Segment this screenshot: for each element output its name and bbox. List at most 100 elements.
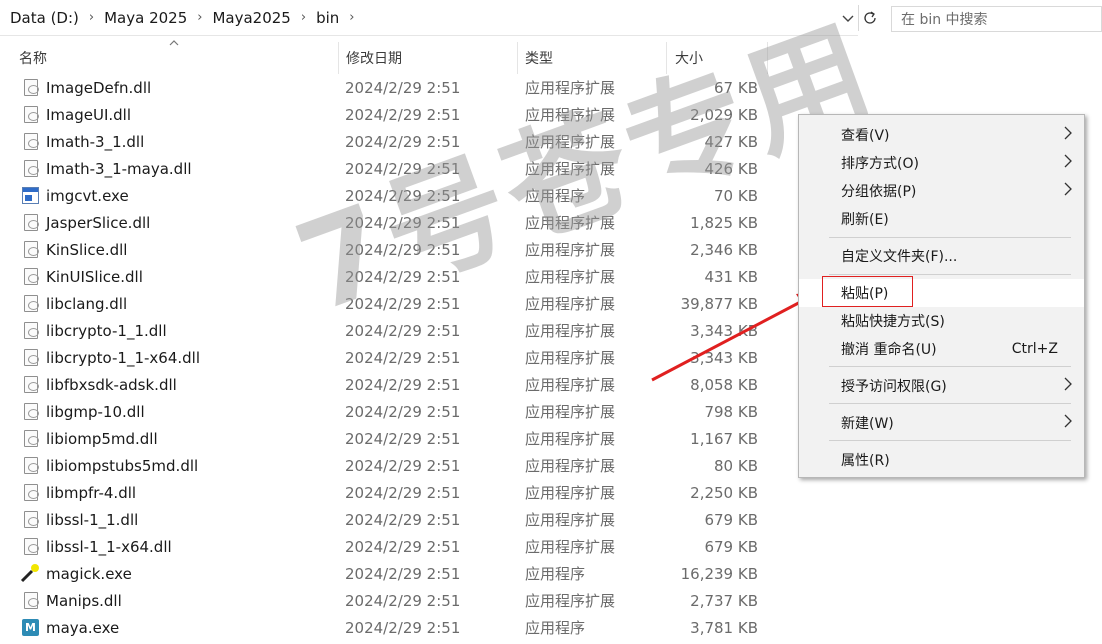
file-name: libcrypto-1_1.dll [46, 321, 167, 340]
file-row[interactable]: Manips.dll 2024/2/29 2:51 应用程序扩展 2,737 KB [0, 587, 770, 614]
crumb-bin[interactable]: bin [314, 9, 341, 27]
menu-item-label: 分组依据(P) [841, 184, 917, 200]
menu-item-label: 刷新(E) [841, 212, 889, 228]
file-row[interactable]: libfbxsdk-adsk.dll 2024/2/29 2:51 应用程序扩展 8,… [0, 371, 770, 398]
file-row[interactable]: libssl-1_1.dll 2024/2/29 2:51 应用程序扩展 679 KB [0, 506, 770, 533]
column-divider[interactable] [517, 42, 518, 74]
file-row[interactable]: libmpfr-4.dll 2024/2/29 2:51 应用程序扩展 2,250 K… [0, 479, 770, 506]
file-row[interactable]: ImageUI.dll 2024/2/29 2:51 应用程序扩展 2,029 KB [0, 101, 770, 128]
column-header-name[interactable]: 名称 [19, 42, 47, 74]
column-divider[interactable] [767, 42, 768, 74]
menu-item[interactable]: 分组依据(P) [799, 177, 1084, 205]
dll-file-icon [24, 403, 39, 420]
file-date: 2024/2/29 2:51 [345, 159, 461, 178]
menu-item-label: 属性(R) [841, 453, 890, 469]
dll-file-icon [24, 484, 39, 501]
file-row[interactable]: ImageDefn.dll 2024/2/29 2:51 应用程序扩展 67 KB [0, 74, 770, 101]
menu-item[interactable]: 自定义文件夹(F)... [799, 242, 1084, 270]
crumb-maya2025[interactable]: Maya2025 [210, 9, 292, 27]
file-row[interactable]: libssl-1_1-x64.dll 2024/2/29 2:51 应用程序扩展 67… [0, 533, 770, 560]
menu-item[interactable]: 粘贴快捷方式(S) [799, 307, 1084, 335]
file-date: 2024/2/29 2:51 [345, 456, 461, 475]
file-size: 426 KB [704, 159, 758, 178]
file-type: 应用程序扩展 [525, 79, 616, 97]
file-size: 1,167 KB [690, 429, 758, 448]
menu-item[interactable]: 授予访问权限(G) [799, 372, 1084, 400]
address-bar[interactable]: Data (D:) › Maya 2025 › Maya2025 › bin › [0, 0, 858, 36]
menu-item-shortcut: Ctrl+Z [1011, 341, 1058, 357]
chevron-down-icon[interactable] [838, 9, 858, 29]
menu-item[interactable]: 刷新(E) [799, 205, 1084, 233]
breadcrumb-chevron-icon[interactable]: › [81, 10, 102, 25]
file-row[interactable]: JasperSlice.dll 2024/2/29 2:51 应用程序扩展 1,825… [0, 209, 770, 236]
file-row[interactable]: Imath-3_1-maya.dll 2024/2/29 2:51 应用程序扩展 42… [0, 155, 770, 182]
file-size: 70 KB [714, 186, 758, 205]
file-row[interactable]: magick.exe 2024/2/29 2:51 应用程序 16,239 KB [0, 560, 770, 587]
file-size: 679 KB [704, 537, 758, 556]
crumb-drive[interactable]: Data (D:) [8, 9, 81, 27]
column-header-size[interactable]: 大小 [675, 42, 703, 74]
file-name: KinSlice.dll [46, 240, 128, 259]
file-date: 2024/2/29 2:51 [345, 105, 461, 124]
file-date: 2024/2/29 2:51 [345, 429, 461, 448]
menu-separator [829, 237, 1071, 238]
menu-item-label: 自定义文件夹(F)... [841, 249, 958, 265]
dll-file-icon [24, 322, 39, 339]
file-date: 2024/2/29 2:51 [345, 564, 461, 583]
file-date: 2024/2/29 2:51 [345, 618, 461, 637]
breadcrumb-chevron-icon[interactable]: › [189, 10, 210, 25]
breadcrumb: Data (D:) › Maya 2025 › Maya2025 › bin › [0, 0, 362, 35]
file-row[interactable]: Mmaya.exe 2024/2/29 2:51 应用程序 3,781 KB [0, 614, 770, 641]
dll-file-icon [24, 538, 39, 555]
file-type: 应用程序扩展 [525, 160, 616, 178]
dll-file-icon [24, 457, 39, 474]
file-row[interactable]: libcrypto-1_1.dll 2024/2/29 2:51 应用程序扩展 3,3… [0, 317, 770, 344]
search-input[interactable]: 在 bin 中搜索 [891, 6, 1102, 32]
column-header-type[interactable]: 类型 [525, 42, 553, 74]
file-row[interactable]: KinUISlice.dll 2024/2/29 2:51 应用程序扩展 431 KB [0, 263, 770, 290]
file-name: libssl-1_1.dll [46, 510, 139, 529]
file-row[interactable]: libgmp-10.dll 2024/2/29 2:51 应用程序扩展 798 KB [0, 398, 770, 425]
file-size: 2,737 KB [690, 591, 758, 610]
crumb-maya-2025[interactable]: Maya 2025 [102, 9, 189, 27]
breadcrumb-chevron-icon[interactable]: › [341, 10, 362, 25]
column-header-date[interactable]: 修改日期 [346, 42, 402, 74]
file-row[interactable]: Imath-3_1.dll 2024/2/29 2:51 应用程序扩展 427 KB [0, 128, 770, 155]
file-type: 应用程序扩展 [525, 322, 616, 340]
file-name: libclang.dll [46, 294, 128, 313]
file-row[interactable]: libiompstubs5md.dll 2024/2/29 2:51 应用程序扩展 8… [0, 452, 770, 479]
file-name: KinUISlice.dll [46, 267, 143, 286]
menu-item[interactable]: 新建(W) [799, 409, 1084, 437]
file-size: 2,346 KB [690, 240, 758, 259]
chevron-right-icon [1064, 126, 1072, 144]
file-date: 2024/2/29 2:51 [345, 294, 461, 313]
file-size: 2,250 KB [690, 483, 758, 502]
file-row[interactable]: imgcvt.exe 2024/2/29 2:51 应用程序 70 KB [0, 182, 770, 209]
menu-item-label: 粘贴快捷方式(S) [841, 314, 945, 330]
file-name: libfbxsdk-adsk.dll [46, 375, 177, 394]
column-divider[interactable] [666, 42, 667, 74]
dll-file-icon [24, 268, 39, 285]
file-name: JasperSlice.dll [46, 213, 151, 232]
menu-item[interactable]: 查看(V) [799, 121, 1084, 149]
file-date: 2024/2/29 2:51 [345, 267, 461, 286]
menu-item[interactable]: 排序方式(O) [799, 149, 1084, 177]
sort-up-icon [169, 38, 179, 49]
column-divider[interactable] [338, 42, 339, 74]
breadcrumb-chevron-icon[interactable]: › [293, 10, 314, 25]
file-row[interactable]: libcrypto-1_1-x64.dll 2024/2/29 2:51 应用程序扩… [0, 344, 770, 371]
file-name: magick.exe [46, 564, 132, 583]
file-row[interactable]: KinSlice.dll 2024/2/29 2:51 应用程序扩展 2,346 KB [0, 236, 770, 263]
file-name: maya.exe [46, 618, 120, 637]
file-name: imgcvt.exe [46, 186, 129, 205]
file-size: 67 KB [714, 78, 758, 97]
refresh-icon[interactable] [858, 5, 880, 31]
file-size: 3,781 KB [690, 618, 758, 637]
menu-item[interactable]: 撤消 重命名(U) Ctrl+Z [799, 335, 1084, 363]
menu-item[interactable]: 属性(R) [799, 446, 1084, 474]
file-date: 2024/2/29 2:51 [345, 240, 461, 259]
file-row[interactable]: libclang.dll 2024/2/29 2:51 应用程序扩展 39,877 K… [0, 290, 770, 317]
file-row[interactable]: libiomp5md.dll 2024/2/29 2:51 应用程序扩展 1,167 … [0, 425, 770, 452]
file-date: 2024/2/29 2:51 [345, 537, 461, 556]
menu-separator [829, 274, 1071, 275]
